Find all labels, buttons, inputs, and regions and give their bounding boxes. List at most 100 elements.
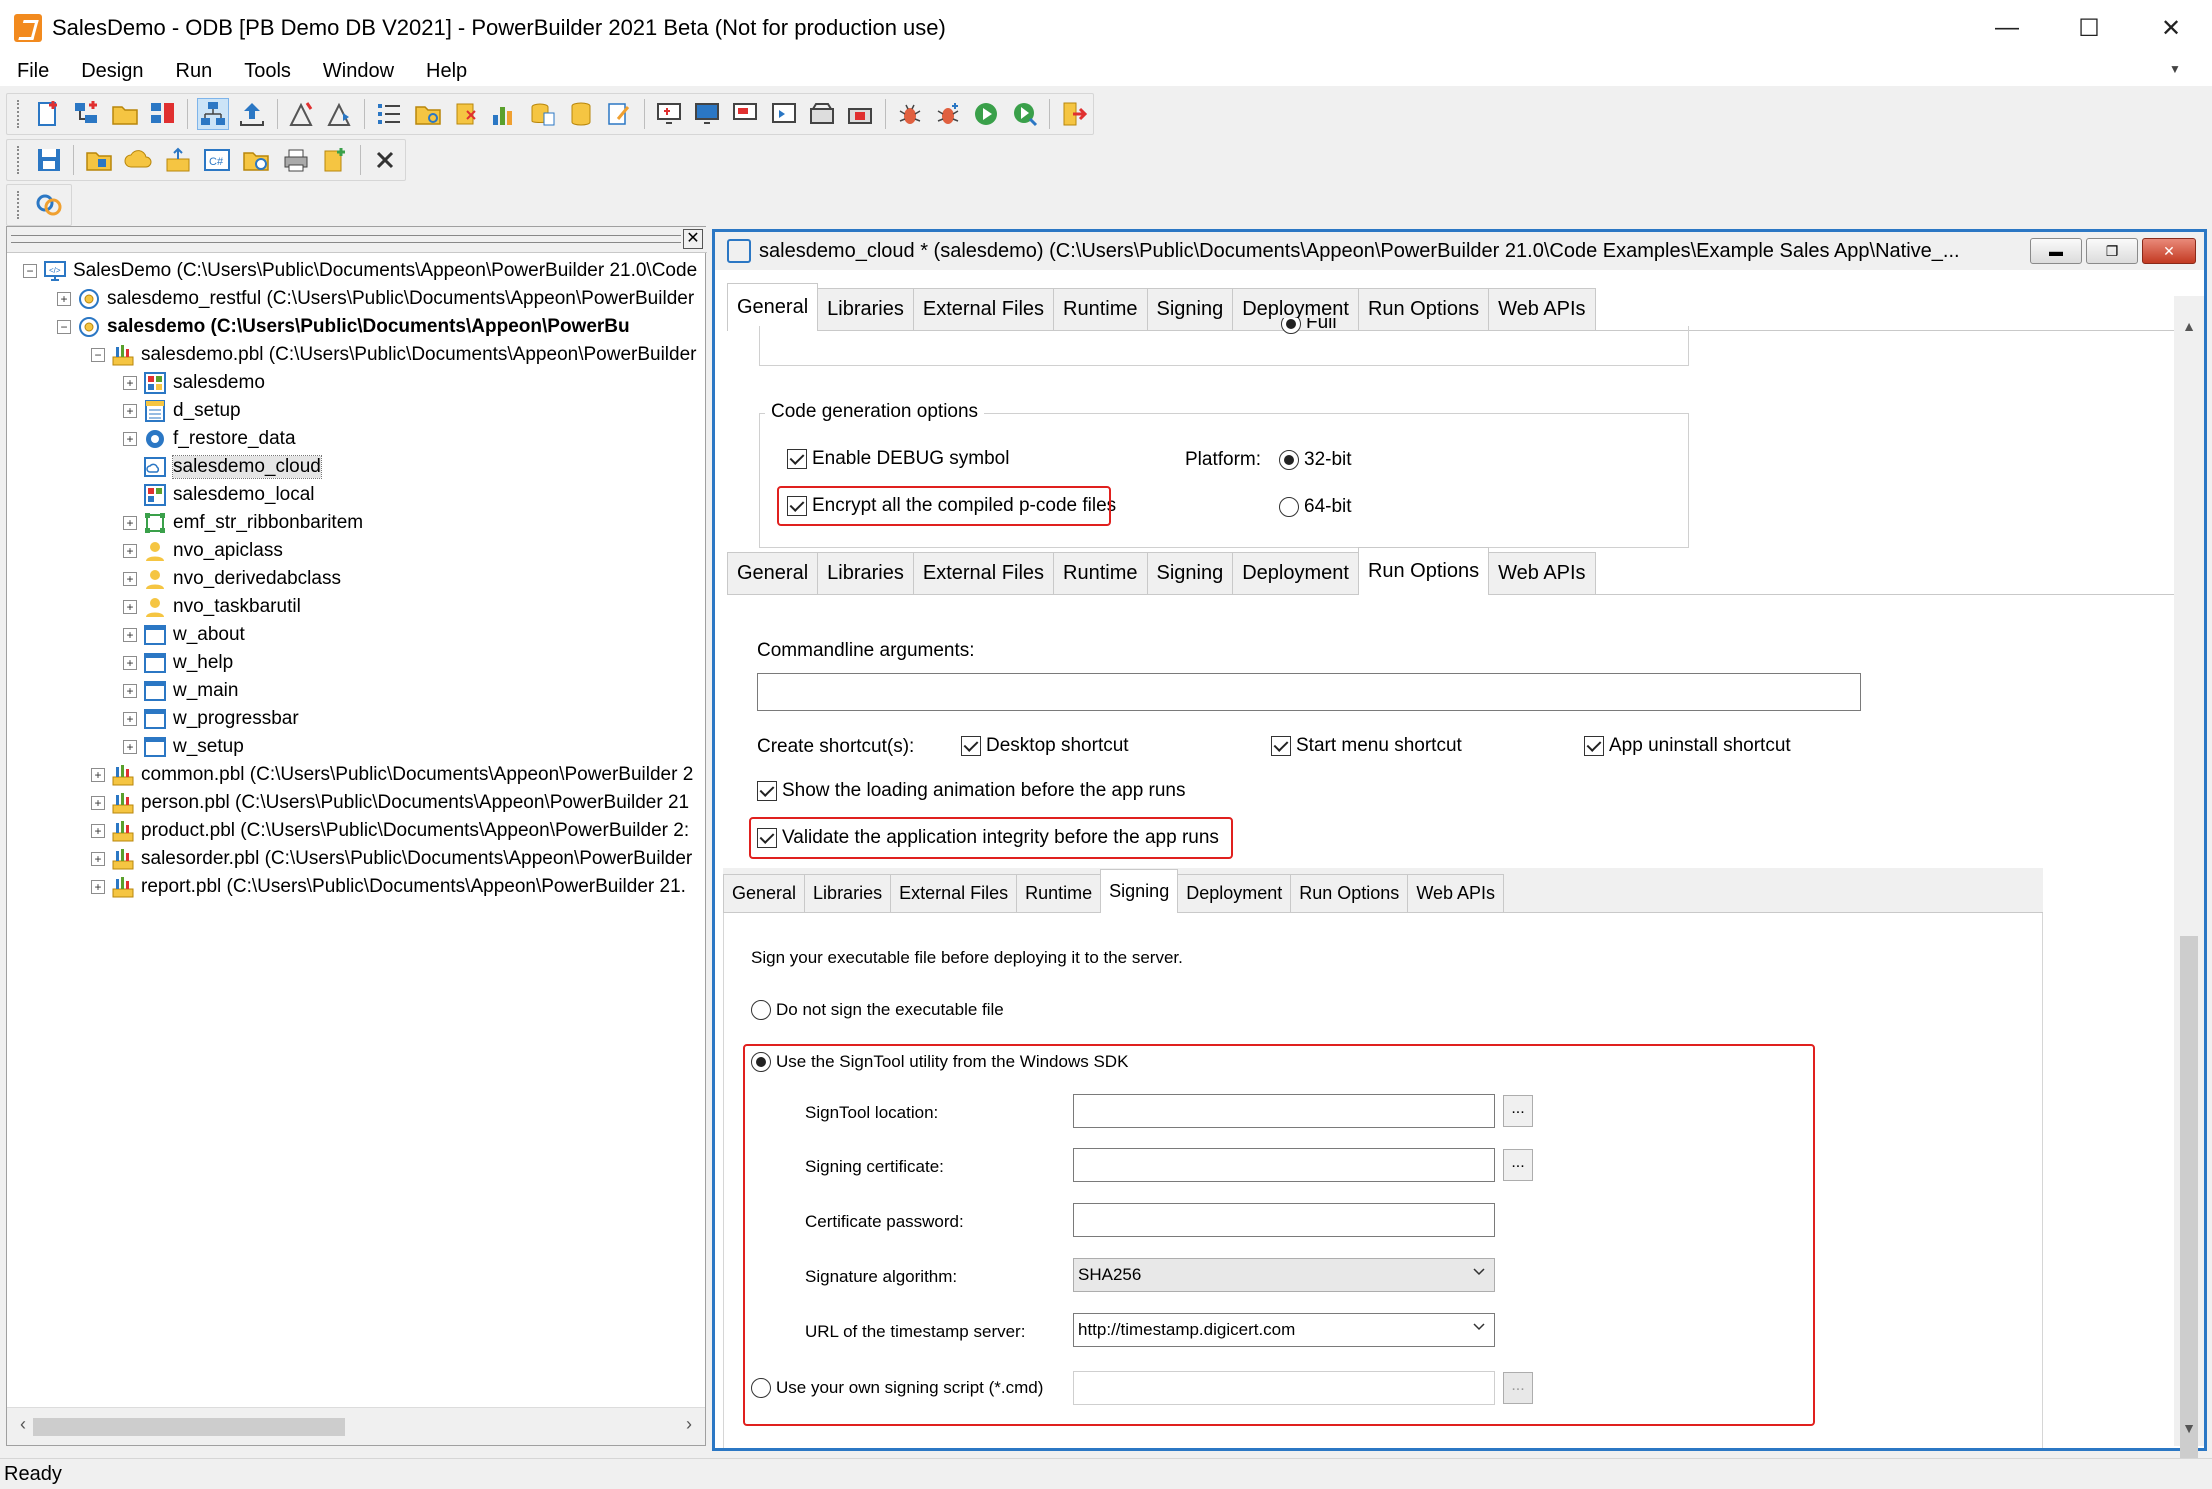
loading-animation-checkbox[interactable]: Show the loading animation before the ap… <box>757 780 1186 802</box>
collapse-icon[interactable]: − <box>91 348 105 362</box>
browse-script-button[interactable]: ... <box>1503 1372 1533 1404</box>
collapse-icon[interactable]: − <box>23 264 37 278</box>
minimize-button[interactable]: — <box>1966 0 2048 56</box>
scrollbar-thumb[interactable] <box>33 1418 345 1436</box>
tab-external-files[interactable]: External Files <box>912 288 1055 330</box>
timestamp-url-select[interactable]: http://timestamp.digicert.com <box>1073 1313 1495 1347</box>
save-icon[interactable] <box>33 144 64 176</box>
tree-node-pbl-report[interactable]: + report.pbl (C:\Users\Public\Documents\… <box>91 873 686 901</box>
tree-node-window[interactable]: + w_about <box>123 621 245 649</box>
expand-icon[interactable]: + <box>91 852 105 866</box>
browser-icon[interactable] <box>148 98 178 130</box>
close-tree-icon[interactable]: ✕ <box>683 229 703 249</box>
output-icon[interactable] <box>237 98 267 130</box>
full-radio[interactable]: Full <box>1281 318 1337 334</box>
expand-icon[interactable]: + <box>91 880 105 894</box>
build-icon[interactable] <box>287 98 317 130</box>
edit-icon[interactable] <box>604 98 634 130</box>
expand-icon[interactable]: + <box>123 376 137 390</box>
expand-icon[interactable]: + <box>123 628 137 642</box>
tree-node-pbl-salesdemo[interactable]: − salesdemo.pbl (C:\Users\Public\Documen… <box>91 341 696 369</box>
tree-node-window[interactable]: + w_help <box>123 649 233 677</box>
toolbar-grip[interactable] <box>17 191 21 219</box>
tab-runtime[interactable]: Runtime <box>1053 552 1148 594</box>
tree-node-pbl-product[interactable]: + product.pbl (C:\Users\Public\Documents… <box>91 817 689 845</box>
menu-overflow-icon[interactable]: ▼ <box>2164 62 2186 80</box>
tab-external-files[interactable]: External Files <box>912 552 1055 594</box>
toolbar-grip[interactable] <box>17 100 21 128</box>
tree-node-window[interactable]: + w_main <box>123 677 238 705</box>
library-icon[interactable] <box>413 98 443 130</box>
signature-algorithm-select[interactable]: SHA256 <box>1073 1258 1495 1292</box>
new-project-icon[interactable] <box>319 144 350 176</box>
select-window-icon[interactable] <box>769 98 799 130</box>
browse-signtool-button[interactable]: ... <box>1503 1095 1533 1127</box>
tree-node-userobject[interactable]: + nvo_derivedabclass <box>123 565 341 593</box>
tab-deployment[interactable]: Deployment <box>1232 552 1359 594</box>
tree-node-project-local[interactable]: salesdemo_local <box>123 481 315 509</box>
sync-icon[interactable] <box>33 189 65 221</box>
tab-deployment[interactable]: Deployment <box>1177 874 1292 912</box>
tree-node-userobject[interactable]: + nvo_apiclass <box>123 537 283 565</box>
tree-node-window[interactable]: + w_setup <box>123 733 244 761</box>
debug-icon[interactable] <box>895 98 925 130</box>
tab-signing[interactable]: Signing <box>1146 552 1234 594</box>
painter-close-button[interactable]: ✕ <box>2142 238 2196 264</box>
close-button[interactable]: ✕ <box>2130 0 2212 56</box>
tree-node-target-salesdemo[interactable]: − salesdemo (C:\Users\Public\Documents\A… <box>57 313 630 341</box>
commandline-input[interactable] <box>757 673 1861 711</box>
expand-icon[interactable]: + <box>123 684 137 698</box>
scroll-down-icon[interactable]: ▼ <box>2174 1420 2204 1446</box>
select-run-icon[interactable] <box>1010 98 1040 130</box>
chart-icon[interactable] <box>489 98 519 130</box>
menu-file[interactable]: File <box>0 60 65 83</box>
upload-icon[interactable] <box>162 144 193 176</box>
tree-node-workspace[interactable]: − </> SalesDemo (C:\Users\Public\Documen… <box>23 257 697 285</box>
start-menu-shortcut-checkbox[interactable]: Start menu shortcut <box>1271 735 1462 757</box>
expand-icon[interactable]: + <box>91 796 105 810</box>
exit-icon[interactable] <box>1059 98 1089 130</box>
open-folder-icon[interactable] <box>110 98 140 130</box>
menu-run[interactable]: Run <box>160 60 229 83</box>
painter-minimize-button[interactable]: ▬ <box>2030 238 2082 264</box>
do-not-sign-radio[interactable]: Do not sign the executable file <box>751 1000 1004 1020</box>
signing-script-input[interactable] <box>1073 1371 1495 1405</box>
tree-horizontal-scrollbar[interactable]: ‹ › <box>7 1407 705 1445</box>
uninstall-shortcut-checkbox[interactable]: App uninstall shortcut <box>1584 735 1791 757</box>
tab-general[interactable]: General <box>727 552 819 594</box>
database-icon[interactable] <box>566 98 596 130</box>
expand-icon[interactable]: + <box>57 292 71 306</box>
deploy-icon[interactable] <box>325 98 355 130</box>
library-list-icon[interactable] <box>83 144 114 176</box>
painter-restore-button[interactable]: ❐ <box>2086 238 2138 264</box>
printer-icon[interactable] <box>280 144 311 176</box>
expand-icon[interactable]: + <box>123 740 137 754</box>
browse-certificate-button[interactable]: ... <box>1503 1149 1533 1181</box>
new-icon[interactable] <box>33 98 63 130</box>
platform-32bit-radio[interactable]: 32-bit <box>1279 449 1352 471</box>
tab-run-options[interactable]: Run Options <box>1357 547 1490 595</box>
close-painter-icon[interactable] <box>370 144 401 176</box>
signing-certificate-input[interactable] <box>1073 1148 1495 1182</box>
tree-node-structure[interactable]: + emf_str_ribbonbaritem <box>123 509 363 537</box>
expand-icon[interactable]: + <box>123 516 137 530</box>
tab-web-apis[interactable]: Web APIs <box>1488 288 1596 330</box>
expand-icon[interactable]: + <box>123 572 137 586</box>
scroll-right-icon[interactable]: › <box>679 1414 699 1438</box>
tab-runtime[interactable]: Runtime <box>1016 874 1102 912</box>
expand-icon[interactable]: + <box>91 824 105 838</box>
list-icon[interactable] <box>374 98 404 130</box>
use-signtool-radio[interactable]: Use the SignTool utility from the Window… <box>751 1052 1128 1072</box>
maximize-button[interactable]: ☐ <box>2048 0 2130 56</box>
menu-design[interactable]: Design <box>65 60 159 83</box>
tab-run-options[interactable]: Run Options <box>1290 874 1409 912</box>
database-table-icon[interactable] <box>528 98 558 130</box>
enable-debug-checkbox[interactable]: Enable DEBUG symbol <box>787 448 1009 470</box>
debug-select-icon[interactable] <box>933 98 963 130</box>
tree-node-pbl-common[interactable]: + common.pbl (C:\Users\Public\Documents\… <box>91 761 693 789</box>
archive-icon[interactable] <box>807 98 837 130</box>
certificate-password-input[interactable] <box>1073 1203 1495 1237</box>
run-icon[interactable] <box>971 98 1001 130</box>
tab-external-files[interactable]: External Files <box>890 874 1018 912</box>
signtool-location-input[interactable] <box>1073 1094 1495 1128</box>
